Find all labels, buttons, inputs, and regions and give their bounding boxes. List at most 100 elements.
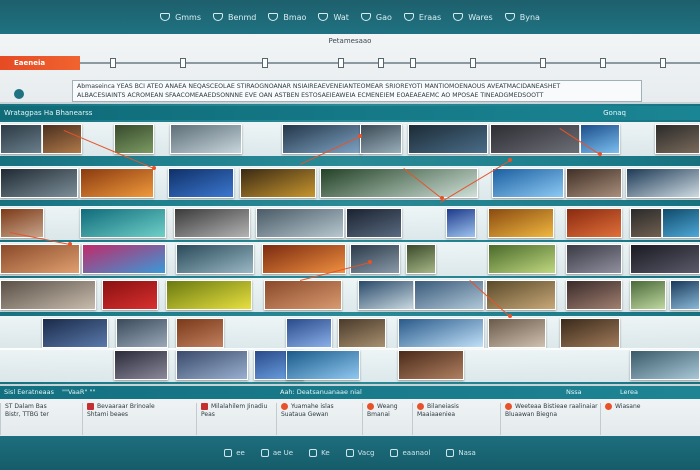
timeline-marker[interactable] xyxy=(378,58,384,68)
photo-thumbnail[interactable] xyxy=(42,318,108,348)
photo-thumbnail[interactable] xyxy=(166,280,252,310)
photo-thumbnail[interactable] xyxy=(286,350,360,380)
photo-thumbnail[interactable] xyxy=(42,124,82,154)
photo-thumbnail[interactable] xyxy=(0,280,96,310)
photo-thumbnail[interactable] xyxy=(566,244,622,274)
timeline-marker[interactable] xyxy=(600,58,606,68)
photo-thumbnail[interactable] xyxy=(630,244,700,274)
photo-thumbnail[interactable] xyxy=(670,280,700,310)
photo-thumbnail[interactable] xyxy=(346,208,402,238)
bottom-cell[interactable]: Bilaneiasis Maaiaaeniea xyxy=(412,403,500,435)
bottom-cell-title: Wiasane xyxy=(615,403,641,410)
note-icon xyxy=(268,13,279,21)
photo-thumbnail[interactable] xyxy=(114,350,168,380)
timeline-marker[interactable] xyxy=(180,58,186,68)
bottom-nav-item[interactable]: Ke xyxy=(309,449,330,457)
top-nav-item[interactable]: Wat xyxy=(318,13,349,22)
photo-thumbnail[interactable] xyxy=(102,280,158,310)
photo-thumbnail[interactable] xyxy=(240,168,316,198)
top-nav-item[interactable]: Eraas xyxy=(403,12,442,22)
top-nav-item[interactable]: Gmms xyxy=(160,13,201,22)
top-nav-item[interactable]: Gao xyxy=(360,13,392,22)
photo-thumbnail[interactable] xyxy=(80,208,166,238)
bottom-cell[interactable]: ST Dalam Bas Bistr, TTBG ter xyxy=(0,403,82,435)
photo-thumbnail[interactable] xyxy=(174,208,250,238)
photo-thumbnail[interactable] xyxy=(566,208,622,238)
photo-thumbnail[interactable] xyxy=(490,124,580,154)
photo-thumbnail[interactable] xyxy=(176,350,248,380)
photo-thumbnail[interactable] xyxy=(626,168,700,198)
timeline-marker[interactable] xyxy=(660,58,666,68)
photo-thumbnail[interactable] xyxy=(398,318,484,348)
timeline-marker[interactable] xyxy=(470,58,476,68)
top-nav-item-label: Eraas xyxy=(418,12,442,22)
photo-thumbnail[interactable] xyxy=(630,280,666,310)
bottom-nav-item[interactable]: ae Ue xyxy=(260,449,293,457)
top-nav-item[interactable]: Byna xyxy=(504,13,540,22)
photo-thumbnail[interactable] xyxy=(630,208,662,238)
bottom-nav-item[interactable]: ee xyxy=(224,449,245,457)
photo-thumbnail[interactable] xyxy=(176,244,254,274)
timeline-tag[interactable]: Eaeneia xyxy=(0,56,80,70)
photo-thumbnail[interactable] xyxy=(655,124,700,154)
connector-dot xyxy=(508,314,512,318)
bottom-nav-item[interactable]: Vacg xyxy=(345,449,374,457)
bottom-cell[interactable]: Weeteaa Bistieae raalinaiar Bluaawan Bieg… xyxy=(500,403,600,435)
bottom-nav-item[interactable]: eaanaol xyxy=(390,449,430,457)
photo-thumbnail[interactable] xyxy=(492,168,564,198)
photo-thumbnail[interactable] xyxy=(566,168,622,198)
timeline-marker[interactable] xyxy=(262,58,268,68)
photo-thumbnail[interactable] xyxy=(560,318,620,348)
section-right-label[interactable]: Gonaq xyxy=(603,106,626,120)
photo-thumbnail[interactable] xyxy=(360,124,402,154)
photo-thumbnail[interactable] xyxy=(82,244,166,274)
photo-thumbnail[interactable] xyxy=(116,318,168,348)
photo-thumbnail[interactable] xyxy=(0,168,78,198)
top-nav-item[interactable]: Wares xyxy=(453,13,493,22)
photo-thumbnail[interactable] xyxy=(338,318,386,348)
timeline-handle[interactable] xyxy=(14,89,24,99)
timeline-marker[interactable] xyxy=(338,58,344,68)
photo-thumbnail[interactable] xyxy=(488,208,554,238)
timeline-marker[interactable] xyxy=(410,58,416,68)
photo-thumbnail[interactable] xyxy=(662,208,700,238)
photo-thumbnail[interactable] xyxy=(0,244,80,274)
photo-thumbnail[interactable] xyxy=(580,124,620,154)
photo-thumbnail[interactable] xyxy=(168,168,234,198)
photo-thumbnail[interactable] xyxy=(566,280,622,310)
photo-thumbnail[interactable] xyxy=(176,318,224,348)
marker-icon xyxy=(367,403,374,410)
photo-thumbnail[interactable] xyxy=(0,124,42,154)
photo-thumbnail[interactable] xyxy=(286,318,332,348)
bottom-cell[interactable]: Yuamahe islas Suataua Gewan xyxy=(276,403,362,435)
photo-thumbnail[interactable] xyxy=(282,124,362,154)
bottom-panel: Sisl Eeratneaas ""VaaR" "" Aah: Deatsanuan… xyxy=(0,384,700,436)
photo-thumbnail[interactable] xyxy=(350,244,400,274)
top-nav-item[interactable]: Benmd xyxy=(213,13,256,22)
photo-thumbnail[interactable] xyxy=(170,124,242,154)
photo-thumbnail[interactable] xyxy=(408,124,488,154)
photo-thumbnail[interactable] xyxy=(114,124,154,154)
timeline-track[interactable] xyxy=(80,62,700,64)
photo-thumbnail[interactable] xyxy=(358,280,414,310)
photo-thumbnail[interactable] xyxy=(488,244,556,274)
top-nav-item-label: Gmms xyxy=(175,12,202,22)
timeline-marker[interactable] xyxy=(110,58,116,68)
photo-thumbnail[interactable] xyxy=(264,280,342,310)
bottom-nav-item[interactable]: Nasa xyxy=(446,449,476,457)
timeline-marker[interactable] xyxy=(540,58,546,68)
bottom-header-label: ""VaaR" "" xyxy=(62,388,96,396)
photo-thumbnail[interactable] xyxy=(488,318,546,348)
photo-thumbnail[interactable] xyxy=(630,350,700,380)
photo-thumbnail[interactable] xyxy=(80,168,154,198)
top-nav-item[interactable]: Bmao xyxy=(268,13,306,22)
photo-thumbnail[interactable] xyxy=(256,208,344,238)
bottom-cell[interactable]: Milalahilem Jinadiu Peas xyxy=(196,403,276,435)
photo-thumbnail[interactable] xyxy=(446,208,476,238)
bottom-cell[interactable]: Weang Bmanai xyxy=(362,403,412,435)
photo-thumbnail[interactable] xyxy=(262,244,346,274)
photo-thumbnail[interactable] xyxy=(406,244,436,274)
photo-thumbnail[interactable] xyxy=(398,350,464,380)
bottom-cell[interactable]: Wiasane xyxy=(600,403,700,435)
bottom-cell[interactable]: Bevaaraar Brinoale Shtami beaes xyxy=(82,403,196,435)
